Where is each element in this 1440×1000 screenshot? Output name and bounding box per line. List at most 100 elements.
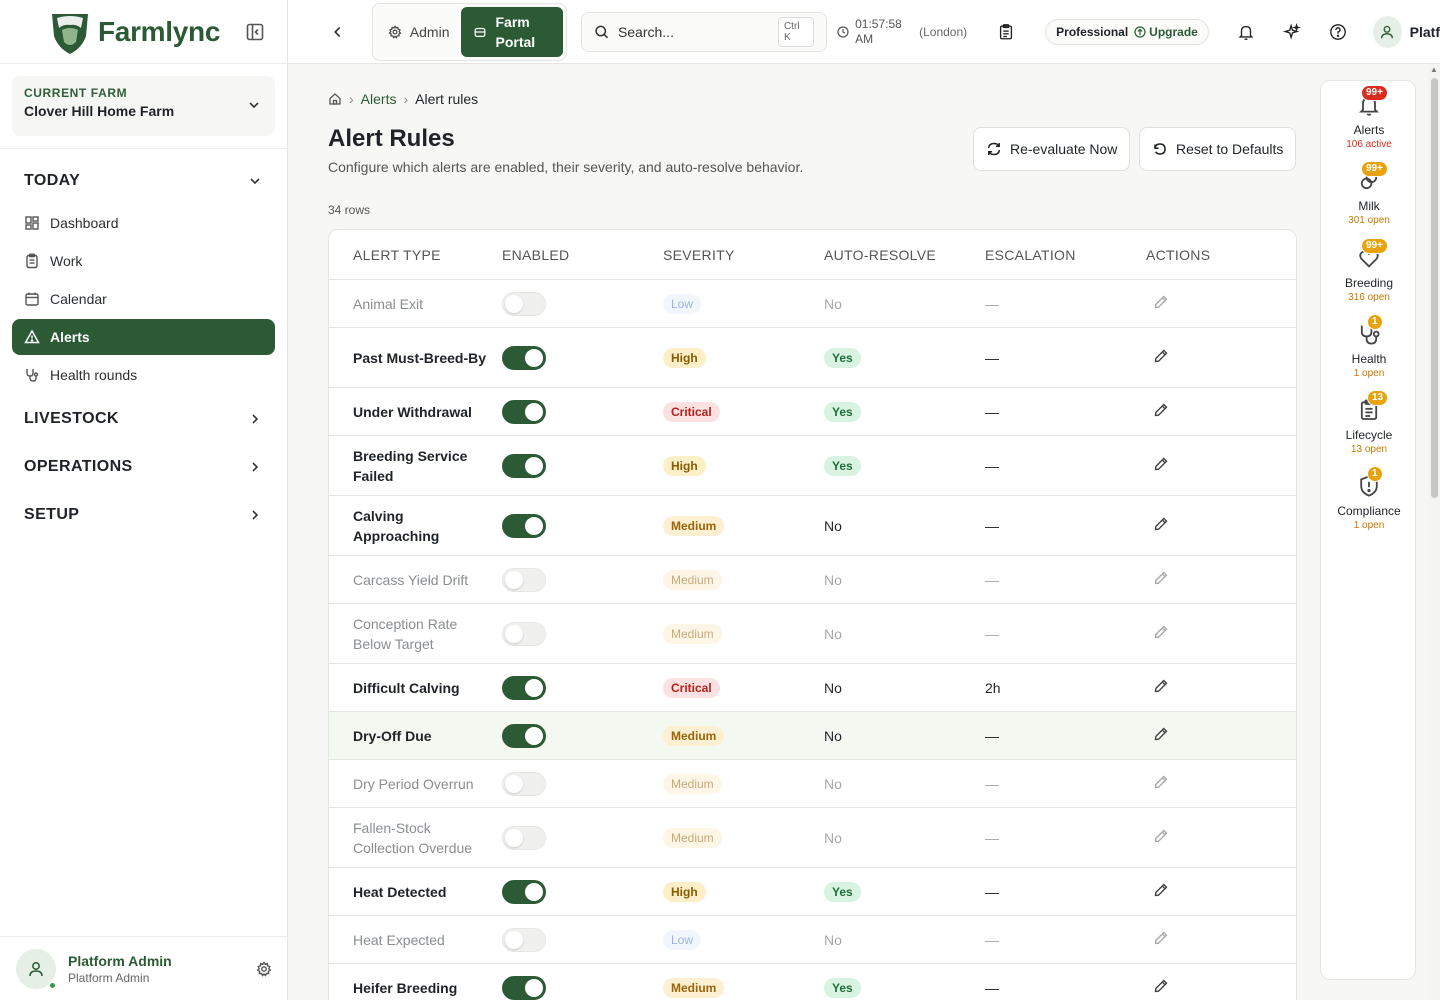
rail-item-breeding[interactable]: 99+ Breeding 316 open — [1321, 238, 1417, 303]
enabled-toggle[interactable] — [502, 879, 546, 904]
table-row[interactable]: Heat Expected Low No — — [329, 916, 1296, 964]
enabled-toggle[interactable] — [502, 675, 546, 700]
bell-icon[interactable] — [1237, 22, 1255, 42]
edit-pencil-icon[interactable] — [1153, 882, 1169, 898]
table-row[interactable]: Past Must-Breed-By High Yes — — [329, 328, 1296, 388]
auto-resolve-value: No — [824, 829, 842, 846]
upgrade-link[interactable]: Upgrade — [1134, 25, 1198, 39]
edit-pencil-icon[interactable] — [1153, 774, 1169, 790]
enabled-toggle[interactable] — [502, 345, 546, 370]
re-evaluate-button[interactable]: Re-evaluate Now — [973, 127, 1131, 171]
enabled-toggle[interactable] — [502, 567, 546, 592]
rail-label: Compliance — [1337, 504, 1401, 518]
breadcrumb-alerts-link[interactable]: Alerts — [361, 91, 397, 107]
severity-cell: High — [663, 455, 824, 476]
rail-item-health[interactable]: 1 Health 1 open — [1321, 314, 1417, 379]
edit-pencil-icon[interactable] — [1153, 930, 1169, 946]
page-scrollbar[interactable]: ▲ — [1428, 64, 1440, 1000]
scrollbar-thumb[interactable] — [1431, 78, 1438, 498]
gear-icon[interactable] — [256, 960, 272, 977]
scroll-up-arrow[interactable]: ▲ — [1430, 66, 1438, 74]
help-circle-icon[interactable] — [1329, 22, 1347, 42]
auto-resolve-cell: Yes — [824, 455, 985, 476]
auto-resolve-cell: No — [824, 932, 985, 948]
reset-defaults-button[interactable]: Reset to Defaults — [1139, 127, 1297, 171]
table-row[interactable]: Fallen-Stock Collection Overdue Medium No — — [329, 808, 1296, 868]
top-user-name[interactable]: Platf — [1410, 24, 1440, 40]
enabled-toggle[interactable] — [502, 453, 546, 478]
column-header-auto-resolve[interactable]: AUTO-RESOLVE — [824, 247, 985, 263]
nav-group-livestock[interactable]: LIVESTOCK — [0, 395, 287, 443]
sidebar-item-health-rounds[interactable]: Health rounds — [12, 357, 275, 393]
table-row[interactable]: Dry-Off Due Medium No — — [329, 712, 1296, 760]
enabled-toggle[interactable] — [502, 513, 546, 538]
enabled-toggle[interactable] — [502, 771, 546, 796]
table-row[interactable]: Heat Detected High Yes — — [329, 868, 1296, 916]
edit-pencil-icon[interactable] — [1153, 678, 1169, 694]
enabled-cell — [502, 879, 663, 904]
user-avatar[interactable] — [1372, 15, 1402, 48]
edit-pencil-icon[interactable] — [1153, 456, 1169, 472]
enabled-toggle[interactable] — [502, 291, 546, 316]
back-arrow-icon[interactable] — [328, 21, 348, 43]
avatar[interactable] — [16, 948, 57, 990]
severity-badge: Medium — [663, 515, 725, 536]
table-row[interactable]: Animal Exit Low No — — [329, 280, 1296, 328]
edit-pencil-icon[interactable] — [1153, 624, 1169, 640]
column-header-alert-type[interactable]: ALERT TYPE — [353, 245, 502, 265]
enabled-toggle[interactable] — [502, 825, 546, 850]
nav-group-operations[interactable]: OPERATIONS — [0, 443, 287, 491]
clipboard-list-icon[interactable] — [997, 22, 1015, 42]
nav-group-setup[interactable]: SETUP — [0, 491, 287, 539]
table-row[interactable]: Dry Period Overrun Medium No — — [329, 760, 1296, 808]
sidebar-item-dashboard[interactable]: Dashboard — [12, 205, 275, 241]
farm-selector[interactable]: CURRENT FARM Clover Hill Home Farm — [12, 76, 275, 136]
home-icon[interactable] — [328, 92, 342, 106]
column-header-severity[interactable]: SEVERITY — [663, 247, 824, 263]
sidebar-item-alerts[interactable]: Alerts — [12, 319, 275, 355]
rail-item-lifecycle[interactable]: 13 Lifecycle 13 open — [1321, 390, 1417, 455]
rail-item-alerts[interactable]: 99+ Alerts 106 active — [1321, 85, 1417, 150]
collapse-sidebar-icon[interactable] — [245, 22, 265, 42]
edit-pencil-icon[interactable] — [1153, 402, 1169, 418]
nav-group-today[interactable]: TODAY — [0, 157, 287, 205]
enabled-toggle[interactable] — [502, 399, 546, 424]
actions-cell — [1146, 774, 1246, 793]
edit-pencil-icon[interactable] — [1153, 516, 1169, 532]
auto-resolve-value: No — [824, 517, 842, 534]
enabled-toggle[interactable] — [502, 927, 546, 952]
edit-pencil-icon[interactable] — [1153, 978, 1169, 994]
search-box[interactable]: Ctrl K — [581, 11, 828, 52]
actions-cell — [1146, 828, 1246, 847]
edit-pencil-icon[interactable] — [1153, 828, 1169, 844]
edit-pencil-icon[interactable] — [1153, 348, 1169, 364]
edit-pencil-icon[interactable] — [1153, 570, 1169, 586]
search-icon — [595, 25, 609, 38]
table-row[interactable]: Under Withdrawal Critical Yes — — [329, 388, 1296, 436]
alert-type-cell: Conception Rate Below Target — [353, 615, 458, 652]
auto-resolve-value: No — [824, 625, 842, 642]
severity-badge: Medium — [663, 623, 722, 644]
sparkles-icon[interactable] — [1282, 22, 1301, 42]
column-header-enabled[interactable]: ENABLED — [502, 247, 663, 263]
search-input[interactable] — [617, 23, 778, 40]
farm-portal-button[interactable]: Farm Portal — [461, 6, 564, 57]
admin-portal-button[interactable]: Admin — [376, 7, 462, 57]
edit-pencil-icon[interactable] — [1153, 294, 1169, 310]
table-row[interactable]: Breeding Service Failed High Yes — — [329, 436, 1296, 496]
enabled-toggle[interactable] — [502, 621, 546, 646]
table-row[interactable]: Heifer Breeding Medium Yes — — [329, 964, 1296, 1000]
table-row[interactable]: Calving Approaching Medium No — — [329, 496, 1296, 556]
table-row[interactable]: Carcass Yield Drift Medium No — — [329, 556, 1296, 604]
table-row[interactable]: Difficult Calving Critical No 2h — [329, 664, 1296, 712]
edit-pencil-icon[interactable] — [1153, 726, 1169, 742]
rail-count-text: 1 open — [1353, 368, 1385, 379]
column-header-escalation[interactable]: ESCALATION — [985, 247, 1146, 263]
enabled-toggle[interactable] — [502, 723, 546, 748]
rail-item-compliance[interactable]: 1 Compliance 1 open — [1321, 466, 1417, 531]
rail-item-milk[interactable]: 99+ Milk 301 open — [1321, 161, 1417, 226]
enabled-toggle[interactable] — [502, 975, 546, 1000]
table-row[interactable]: Conception Rate Below Target Medium No — — [329, 604, 1296, 664]
sidebar-item-calendar[interactable]: Calendar — [12, 281, 275, 317]
sidebar-item-work[interactable]: Work — [12, 243, 275, 279]
